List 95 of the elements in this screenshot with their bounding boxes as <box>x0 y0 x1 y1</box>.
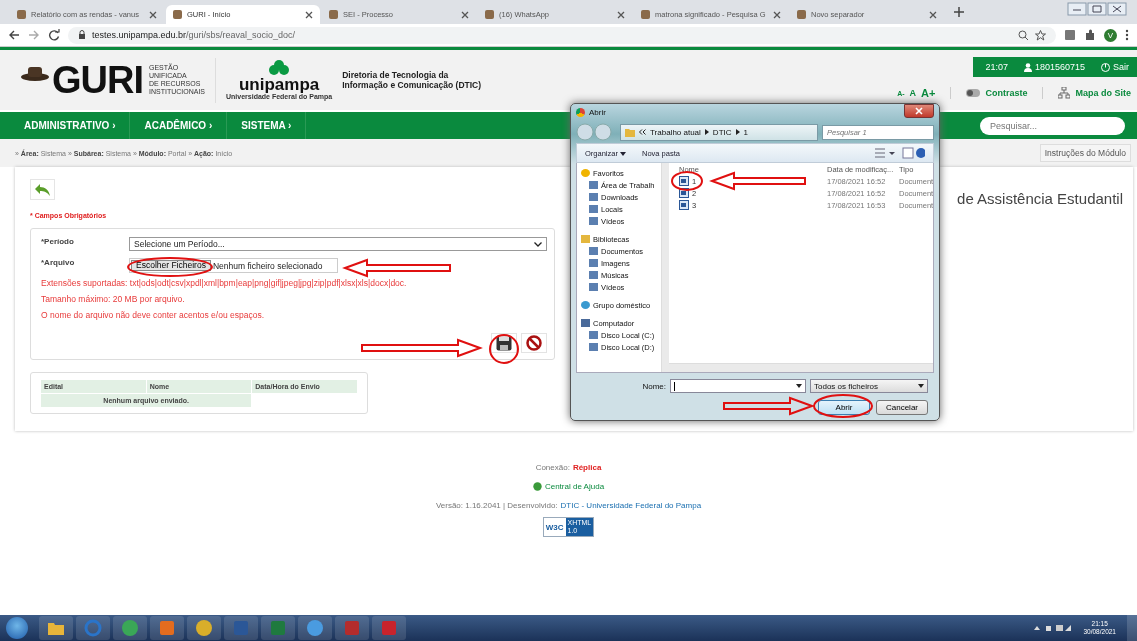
close-icon[interactable] <box>773 10 781 19</box>
taskbar-app-icon[interactable] <box>39 616 73 640</box>
file-status: Nenhum ficheiro selecionado <box>211 260 324 271</box>
tree-icon <box>269 60 290 76</box>
font-size-link[interactable]: A <box>909 88 917 98</box>
caret-icon <box>918 384 924 388</box>
circle-annotation <box>813 394 873 418</box>
url-text: testes.unipampa.edu.br/guri/sbs/reaval_socio_doc/ <box>92 30 296 40</box>
star-icon[interactable] <box>1035 29 1046 41</box>
site-icon <box>797 10 806 19</box>
path-segment[interactable]: 1 <box>743 127 748 137</box>
connection-status: Conexão: Réplica <box>535 461 602 473</box>
field-label: *Período <box>41 237 75 246</box>
address-bar[interactable]: testes.unipampa.edu.br/guri/sbs/reaval_socio_doc/ <box>68 26 1056 44</box>
help-icon <box>532 481 542 491</box>
close-icon <box>915 107 923 115</box>
page-title: de Assistência Estudantil <box>957 190 1123 209</box>
font-size-link[interactable]: A+ <box>921 87 936 99</box>
user-icon <box>1023 62 1032 72</box>
developer-link[interactable]: DTIC - Universidade Federal do Pampa <box>560 500 702 510</box>
site-icon <box>173 10 182 19</box>
filename-label: Nome: <box>642 381 666 391</box>
taskbar-app-icon[interactable] <box>298 616 332 640</box>
back-button[interactable] <box>30 179 55 200</box>
contrast-link[interactable]: Contraste <box>985 88 1028 98</box>
choose-files-button[interactable]: Escolher Ficheiros <box>131 260 211 271</box>
close-icon[interactable] <box>149 10 157 19</box>
document-icon <box>679 176 689 186</box>
upload-note: O nome do arquivo não deve conter acentos e/ou espaços. <box>41 310 266 320</box>
field-label: *Arquivo <box>41 258 76 267</box>
path-bar[interactable]: Trabalho atual DTIC 1 <box>620 123 818 141</box>
profile-avatar[interactable]: V <box>1104 28 1117 42</box>
guri-logo: GURI <box>52 58 143 102</box>
zoom-icon[interactable] <box>1018 29 1029 41</box>
taskbar-app-icon[interactable] <box>187 616 221 640</box>
dialog-title: Abrir <box>589 108 606 117</box>
caret-icon <box>620 151 626 156</box>
undo-icon <box>33 182 52 197</box>
file-type-select[interactable]: Todos os ficheiros <box>810 379 928 393</box>
sitemap-icon <box>1058 87 1071 99</box>
open-button[interactable]: Abrir <box>818 400 870 415</box>
document-icon <box>679 188 689 198</box>
prohibited-icon <box>526 335 542 351</box>
site-icon <box>17 10 26 19</box>
sitemap-link[interactable]: Mapa do Site <box>1075 88 1131 98</box>
circle-annotation <box>671 171 703 191</box>
menu-icon[interactable] <box>1125 29 1129 41</box>
document-icon <box>679 200 689 210</box>
lock-icon <box>78 30 86 40</box>
version-text: Versão: 1.16.2041 | Desenvolvido: <box>435 500 558 510</box>
cancel-button[interactable]: Cancelar <box>876 400 928 415</box>
double-chevron-icon[interactable] <box>639 129 646 135</box>
taskbar-app-icon[interactable] <box>113 616 147 640</box>
tray-icons[interactable] <box>1032 623 1073 633</box>
start-button[interactable] <box>6 617 28 639</box>
reload-icon[interactable] <box>48 29 60 41</box>
user-id: 1801560715 <box>1034 62 1085 72</box>
triangle-right-icon[interactable] <box>735 129 740 135</box>
toggle-icon[interactable] <box>966 89 981 97</box>
power-icon[interactable] <box>1101 62 1110 72</box>
scrollbar[interactable] <box>669 363 933 372</box>
search-field[interactable]: Pesquisar... <box>980 116 1125 135</box>
period-select[interactable]: Selecione um Período... <box>129 237 547 251</box>
taskbar-app-icon[interactable] <box>150 616 184 640</box>
module-help-button[interactable]: Instruções do Módulo <box>1039 144 1131 162</box>
logout-link[interactable]: Sair <box>1113 62 1129 72</box>
help-link[interactable]: Central de Ajuda <box>544 481 605 491</box>
scrollbar[interactable] <box>660 163 669 372</box>
path-segment[interactable]: Trabalho atual <box>650 127 701 137</box>
upload-note: Tamanho máximo: 20 MB por arquivo. <box>41 294 186 304</box>
site-icon <box>329 10 338 19</box>
close-button[interactable] <box>904 104 934 118</box>
path-segment[interactable]: DTIC <box>712 127 732 137</box>
window-controls-icon[interactable] <box>1067 2 1127 16</box>
chevron-down-icon <box>534 241 542 247</box>
dtic-name: Diretoria de Tecnologia da Informação e Comunicação (DTIC) <box>342 70 482 90</box>
close-icon[interactable] <box>461 10 469 19</box>
close-icon[interactable] <box>617 10 625 19</box>
triangle-right-icon[interactable] <box>704 129 709 135</box>
cancel-button[interactable] <box>521 333 547 353</box>
view-options-icon[interactable] <box>875 147 925 159</box>
upload-note: Extensões suportadas: txt|ods|odt|csv|xpdl|xml|bpm|eap|png|gif|jpeg|jpg|zip|pdf|xlsx|xls|docx|doc. <box>41 278 408 288</box>
site-icon <box>641 10 650 19</box>
circle-annotation <box>489 334 519 364</box>
filename-field[interactable] <box>670 379 806 393</box>
site-icon <box>485 10 494 19</box>
unipampa-logo: unipampa <box>238 76 320 93</box>
folder-icon <box>625 127 635 137</box>
session-time: 21:07 <box>985 62 1008 72</box>
plus-icon[interactable] <box>954 7 964 17</box>
close-icon[interactable] <box>929 10 937 19</box>
hat-icon <box>20 64 50 81</box>
caret-icon <box>796 384 802 388</box>
back-icon[interactable] <box>8 29 20 41</box>
close-icon[interactable] <box>305 10 313 19</box>
